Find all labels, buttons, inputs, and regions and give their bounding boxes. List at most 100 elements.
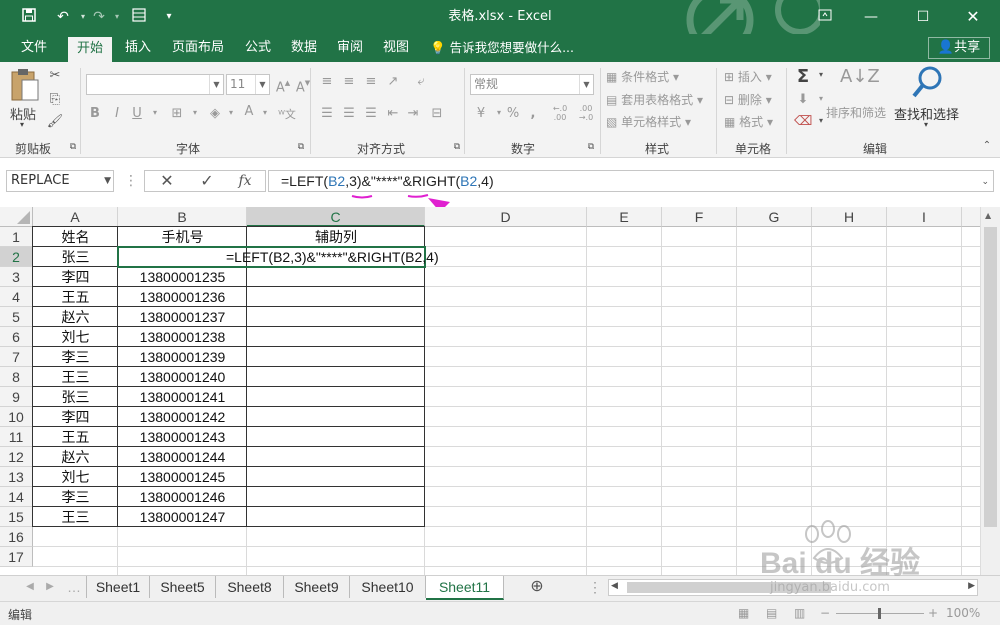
- tab-formulas[interactable]: 公式: [236, 34, 280, 62]
- conditional-format-button[interactable]: ▦ 条件格式 ▾: [606, 68, 679, 85]
- phone-cell[interactable]: 13800001237: [118, 307, 247, 327]
- name-box[interactable]: REPLACE ▼: [6, 170, 114, 192]
- phone-cell[interactable]: 13800001235: [118, 267, 247, 287]
- name-cell[interactable]: 王五: [33, 287, 118, 307]
- currency-icon[interactable]: ¥: [472, 106, 490, 121]
- border-icon[interactable]: ⊞: [168, 106, 186, 121]
- align-left-icon[interactable]: ☰: [318, 106, 336, 121]
- name-cell[interactable]: 李三: [33, 487, 118, 507]
- header-cell[interactable]: 姓名: [33, 227, 118, 247]
- cut-icon[interactable]: ✂: [46, 68, 64, 83]
- wrap-text-icon[interactable]: ⤶: [412, 74, 430, 89]
- column-header[interactable]: H: [812, 207, 887, 227]
- number-format-combo[interactable]: 常规 ▼: [470, 74, 594, 95]
- add-sheet-icon[interactable]: ⊕: [522, 576, 552, 598]
- tell-me-box[interactable]: 💡 告诉我您想要做什么...: [430, 34, 574, 62]
- fill-dropdown-icon[interactable]: ▾: [222, 108, 240, 117]
- column-header[interactable]: G: [737, 207, 812, 227]
- format-cells-button[interactable]: ▦ 格式 ▾: [724, 113, 773, 130]
- column-header[interactable]: F: [662, 207, 737, 227]
- phone-cell[interactable]: 13800001238: [118, 327, 247, 347]
- column-header[interactable]: [962, 207, 980, 227]
- phone-cell[interactable]: 13800001247: [118, 507, 247, 527]
- cancel-icon[interactable]: ✕: [156, 170, 178, 192]
- insert-function-icon[interactable]: fx: [234, 170, 256, 192]
- align-center-icon[interactable]: ☰: [340, 106, 358, 121]
- phone-cell[interactable]: 13800001239: [118, 347, 247, 367]
- header-cell[interactable]: 辅助列: [247, 227, 425, 247]
- sheet-tab[interactable]: Sheet8: [216, 576, 284, 598]
- clear-icon[interactable]: ⌫: [794, 114, 812, 129]
- name-cell[interactable]: 张三: [33, 387, 118, 407]
- paste-dropdown-icon[interactable]: ▾: [20, 120, 24, 129]
- row-header[interactable]: 13: [0, 467, 33, 487]
- row-header[interactable]: 1: [0, 227, 33, 247]
- zoom-slider-thumb[interactable]: [878, 608, 881, 619]
- name-cell[interactable]: 李四: [33, 267, 118, 287]
- row-header[interactable]: 17: [0, 547, 33, 567]
- worksheet-grid[interactable]: A B C D E F G H I 1 2 3 4 5 6 7 8 9 10 11 12 13 14 15 1…: [0, 207, 980, 575]
- row-header[interactable]: 16: [0, 527, 33, 547]
- font-name-combo[interactable]: ▼: [86, 74, 224, 95]
- name-cell[interactable]: 刘七: [33, 467, 118, 487]
- name-cell[interactable]: 张三: [33, 247, 118, 267]
- expand-formula-icon[interactable]: ⌄: [981, 171, 989, 191]
- row-header[interactable]: 3: [0, 267, 33, 287]
- align-bottom-icon[interactable]: ≡: [362, 74, 380, 89]
- row-header[interactable]: 6: [0, 327, 33, 347]
- column-header[interactable]: B: [118, 207, 247, 227]
- minimize-button[interactable]: —: [848, 0, 894, 34]
- sort-filter-label[interactable]: 排序和筛选: [826, 104, 886, 121]
- sheet-tab[interactable]: Sheet9: [284, 576, 350, 598]
- name-cell[interactable]: 王三: [33, 507, 118, 527]
- close-button[interactable]: ✕: [950, 0, 996, 34]
- scroll-right-icon[interactable]: ▶: [968, 581, 975, 591]
- more-sheets-icon[interactable]: …: [62, 576, 86, 598]
- row-header[interactable]: 7: [0, 347, 33, 367]
- scroll-left-icon[interactable]: ◀: [611, 581, 618, 591]
- phone-cell[interactable]: 13800001241: [118, 387, 247, 407]
- align-top-icon[interactable]: ≡: [318, 74, 336, 89]
- phone-cell[interactable]: 13800001243: [118, 427, 247, 447]
- autosum-icon[interactable]: Σ: [794, 66, 812, 87]
- page-layout-view-icon[interactable]: ▤: [766, 606, 777, 620]
- cell-edit-formula[interactable]: =LEFT(B2,3)&"****"&RIGHT(B2,4): [226, 247, 439, 267]
- decrease-indent-icon[interactable]: ⇤: [384, 106, 402, 121]
- align-right-icon[interactable]: ☰: [362, 106, 380, 121]
- fill-down-icon[interactable]: ⬇: [794, 92, 812, 107]
- sheet-tab-active[interactable]: Sheet11: [426, 576, 504, 600]
- underline-button[interactable]: U: [128, 106, 146, 121]
- tab-home[interactable]: 开始: [68, 37, 112, 62]
- row-header[interactable]: 8: [0, 367, 33, 387]
- cell-style-button[interactable]: ▧ 单元格样式 ▾: [606, 113, 691, 130]
- paste-icon[interactable]: [10, 66, 40, 106]
- h-scroll-thumb[interactable]: [627, 582, 831, 593]
- table-format-button[interactable]: ▤ 套用表格格式 ▾: [606, 91, 703, 108]
- name-cell[interactable]: 李四: [33, 407, 118, 427]
- collapse-ribbon-icon[interactable]: ⌃: [978, 140, 996, 151]
- decrease-decimal-icon[interactable]: .00 →.0: [574, 104, 598, 122]
- italic-button[interactable]: I: [108, 106, 126, 121]
- tab-review[interactable]: 审阅: [328, 34, 372, 62]
- name-cell[interactable]: 刘七: [33, 327, 118, 347]
- merge-center-icon[interactable]: ⊟: [428, 106, 446, 121]
- enter-icon[interactable]: ✓: [196, 170, 218, 192]
- normal-view-icon[interactable]: ▦: [738, 606, 749, 620]
- bold-button[interactable]: B: [86, 106, 104, 121]
- border-dropdown-icon[interactable]: ▾: [186, 108, 204, 117]
- phone-cell[interactable]: 13800001242: [118, 407, 247, 427]
- increase-decimal-icon[interactable]: ←.0.00: [548, 104, 572, 122]
- share-button[interactable]: 👤共享: [928, 37, 990, 59]
- tab-page-layout[interactable]: 页面布局: [166, 34, 230, 62]
- row-header[interactable]: 15: [0, 507, 33, 527]
- sheet-tab[interactable]: Sheet1: [86, 576, 150, 598]
- sort-filter-icon[interactable]: A↓Z: [840, 66, 880, 96]
- sheet-tab[interactable]: Sheet10: [350, 576, 426, 598]
- comma-icon[interactable]: ,: [524, 106, 542, 121]
- column-header[interactable]: C: [247, 207, 425, 227]
- zoom-level[interactable]: 100%: [946, 606, 980, 620]
- row-header[interactable]: 14: [0, 487, 33, 507]
- tab-file[interactable]: 文件: [12, 34, 56, 62]
- next-sheet-icon[interactable]: ▶: [40, 576, 60, 598]
- name-cell[interactable]: 王五: [33, 427, 118, 447]
